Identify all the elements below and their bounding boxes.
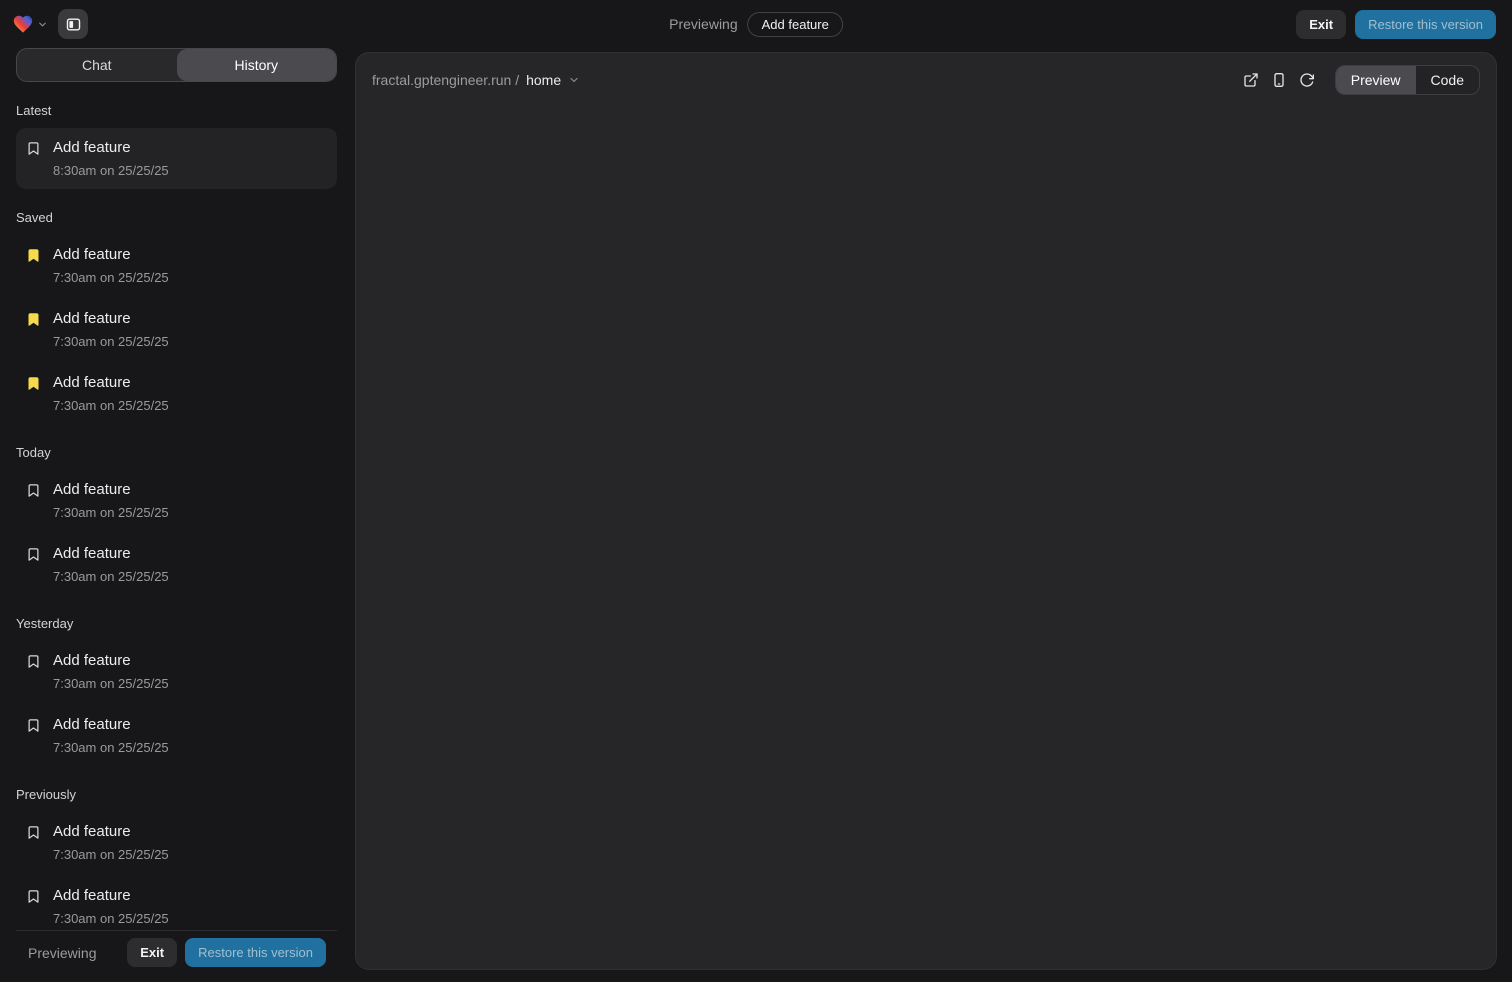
topbar-center: Previewing Add feature: [669, 0, 843, 48]
sidebar-toggle-button[interactable]: [58, 9, 88, 39]
view-mode-switcher: PreviewCode: [1335, 65, 1480, 95]
history-item-title: Add feature: [53, 716, 169, 733]
view-tab-preview[interactable]: Preview: [1336, 66, 1416, 94]
history-sidebar: ChatHistory Latest Add feature 8:30am on 2…: [16, 48, 337, 982]
exit-button[interactable]: Exit: [1296, 10, 1346, 39]
bookmark-filled-icon: [26, 312, 41, 327]
history-item[interactable]: Add feature 7:30am on 25/25/25: [16, 876, 337, 930]
history-item-title: Add feature: [53, 823, 169, 840]
bookmark-filled-icon: [26, 376, 41, 391]
history-item-timestamp: 8:30am on 25/25/25: [53, 163, 169, 178]
footer-restore-version-button[interactable]: Restore this version: [185, 938, 326, 967]
history-item-timestamp: 7:30am on 25/25/25: [53, 911, 169, 926]
history-item[interactable]: Add feature 7:30am on 25/25/25: [16, 235, 337, 296]
mobile-view-button[interactable]: [1265, 66, 1293, 94]
footer-previewing-label: Previewing: [28, 945, 96, 961]
section-title: Saved: [16, 210, 337, 225]
panel-left-icon: [65, 16, 82, 33]
refresh-icon: [1299, 72, 1315, 88]
preview-toolbar-actions: PreviewCode: [1237, 65, 1480, 95]
view-tab-code[interactable]: Code: [1416, 66, 1479, 94]
history-item-title: Add feature: [53, 139, 169, 156]
history-item-timestamp: 7:30am on 25/25/25: [53, 270, 169, 285]
tab-chat[interactable]: Chat: [17, 49, 177, 81]
refresh-button[interactable]: [1293, 66, 1321, 94]
topbar: Previewing Add feature Exit Restore this…: [0, 0, 1512, 48]
history-item-timestamp: 7:30am on 25/25/25: [53, 847, 169, 862]
preview-toolbar: fractal.gptengineer.run / home: [356, 53, 1496, 107]
topbar-left: [12, 9, 88, 39]
sidebar-tabs: ChatHistory: [16, 48, 337, 82]
preview-content: [356, 107, 1496, 969]
url-page: home: [526, 72, 561, 88]
external-link-icon: [1243, 72, 1259, 88]
preview-panel: fractal.gptengineer.run / home: [355, 52, 1497, 970]
history-item-timestamp: 7:30am on 25/25/25: [53, 505, 169, 520]
history-item-timestamp: 7:30am on 25/25/25: [53, 398, 169, 413]
history-item[interactable]: Add feature 7:30am on 25/25/25: [16, 812, 337, 873]
section-title: Previously: [16, 787, 337, 802]
history-item-title: Add feature: [53, 374, 169, 391]
version-pill[interactable]: Add feature: [748, 12, 843, 37]
section-title: Today: [16, 445, 337, 460]
history-item-timestamp: 7:30am on 25/25/25: [53, 740, 169, 755]
history-list: Latest Add feature 8:30am on 25/25/25 Saved…: [16, 82, 337, 930]
history-item[interactable]: Add feature 7:30am on 25/25/25: [16, 299, 337, 360]
history-item[interactable]: Add feature 8:30am on 25/25/25: [16, 128, 337, 189]
chevron-down-icon: [37, 19, 48, 30]
restore-version-button[interactable]: Restore this version: [1355, 10, 1496, 39]
bookmark-outline-icon: [26, 483, 41, 498]
history-item-timestamp: 7:30am on 25/25/25: [53, 334, 169, 349]
section-title: Yesterday: [16, 616, 337, 631]
history-item-timestamp: 7:30am on 25/25/25: [53, 569, 169, 584]
history-item-title: Add feature: [53, 481, 169, 498]
history-item[interactable]: Add feature 7:30am on 25/25/25: [16, 534, 337, 595]
bookmark-outline-icon: [26, 718, 41, 733]
history-item-title: Add feature: [53, 545, 169, 562]
history-item[interactable]: Add feature 7:30am on 25/25/25: [16, 641, 337, 702]
history-item-timestamp: 7:30am on 25/25/25: [53, 676, 169, 691]
url-selector[interactable]: fractal.gptengineer.run / home: [372, 72, 580, 88]
open-external-button[interactable]: [1237, 66, 1265, 94]
bookmark-outline-icon: [26, 654, 41, 669]
topbar-right: Exit Restore this version: [1296, 10, 1496, 39]
sidebar-footer: Previewing Exit Restore this version: [16, 930, 337, 982]
history-item-title: Add feature: [53, 887, 169, 904]
history-item[interactable]: Add feature 7:30am on 25/25/25: [16, 705, 337, 766]
previewing-label: Previewing: [669, 16, 737, 32]
footer-exit-button[interactable]: Exit: [127, 938, 177, 967]
history-item-title: Add feature: [53, 246, 169, 263]
bookmark-filled-icon: [26, 248, 41, 263]
bookmark-outline-icon: [26, 547, 41, 562]
app-logo-menu[interactable]: [12, 13, 48, 35]
chevron-down-icon: [568, 74, 580, 86]
section-title: Latest: [16, 103, 337, 118]
bookmark-outline-icon: [26, 141, 41, 156]
url-host: fractal.gptengineer.run /: [372, 72, 519, 88]
history-item[interactable]: Add feature 7:30am on 25/25/25: [16, 470, 337, 531]
heart-logo-icon: [12, 13, 34, 35]
tab-history[interactable]: History: [177, 49, 337, 81]
bookmark-outline-icon: [26, 825, 41, 840]
history-item-title: Add feature: [53, 652, 169, 669]
history-item-title: Add feature: [53, 310, 169, 327]
mobile-icon: [1271, 72, 1287, 88]
history-item[interactable]: Add feature 7:30am on 25/25/25: [16, 363, 337, 424]
bookmark-outline-icon: [26, 889, 41, 904]
